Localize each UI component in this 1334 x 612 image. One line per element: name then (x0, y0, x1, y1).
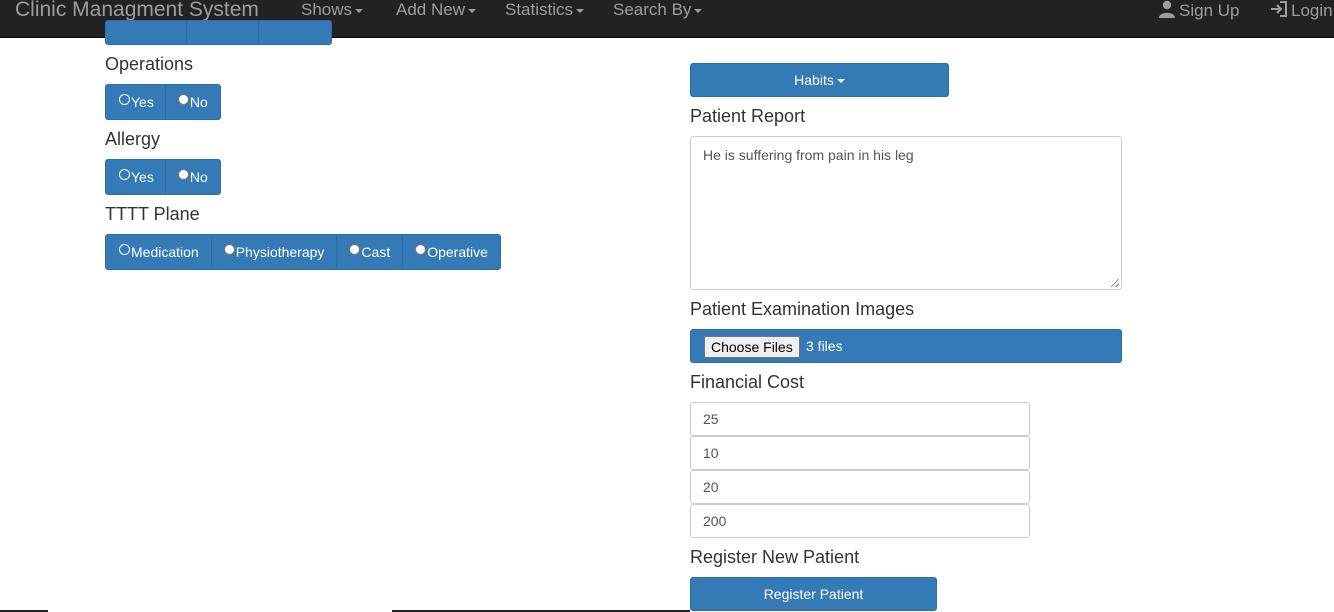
choose-files-button[interactable]: Choose Files (704, 336, 800, 358)
operations-no-option[interactable]: No (166, 85, 220, 119)
sign-up-label: Sign Up (1179, 1, 1240, 20)
nav-add-new-label: Add New (396, 0, 465, 19)
radio-button[interactable] (119, 93, 130, 105)
radio-button[interactable] (177, 168, 189, 180)
chevron-down-icon (836, 79, 845, 84)
medication-option[interactable]: Medication (106, 235, 212, 269)
physiotherapy-option[interactable]: Physiotherapy (212, 235, 338, 269)
scrolled-option[interactable] (187, 21, 259, 44)
chevron-down-icon (576, 8, 585, 13)
nav-statistics-label: Statistics (505, 0, 574, 19)
option-label: No (189, 169, 208, 185)
scrolled-option[interactable] (106, 21, 188, 44)
file-count-status: 3 files (806, 338, 843, 354)
patient-report-label: Patient Report (690, 106, 806, 126)
tttt-plane-label: TTTT Plane (105, 204, 200, 224)
patient-report-textarea[interactable]: He is suffering from pain in his leg (690, 136, 1122, 290)
operations-radio-group: Yes No (105, 84, 221, 120)
chevron-down-icon (467, 8, 476, 13)
radio-button[interactable] (177, 93, 189, 105)
resize-handle-icon[interactable] (1111, 279, 1119, 287)
register-patient-button[interactable]: Register Patient (690, 577, 937, 611)
nav-search-by[interactable]: Search By (613, 0, 703, 20)
habits-label: Habits (794, 72, 834, 88)
financial-cost-input[interactable]: 20 (690, 470, 1030, 504)
option-label: Yes (131, 169, 154, 185)
register-new-patient-label: Register New Patient (690, 547, 860, 567)
nav-sign-up[interactable]: Sign Up (1158, 0, 1239, 21)
brand-title[interactable]: Clinic Managment System (15, 0, 259, 22)
user-icon (1159, 0, 1175, 18)
option-label: Physiotherapy (235, 244, 325, 260)
operative-option[interactable]: Operative (403, 235, 500, 269)
tttt-plane-radio-group: Medication Physiotherapy Cast Operative (105, 234, 501, 270)
patient-report-text: He is suffering from pain in his leg (703, 147, 914, 163)
allergy-no-option[interactable]: No (166, 160, 220, 194)
option-label: Cast (361, 244, 391, 260)
cast-option[interactable]: Cast (337, 235, 404, 269)
option-label: Yes (131, 94, 154, 110)
chevron-down-icon (694, 8, 703, 13)
scrolled-option[interactable] (259, 21, 331, 44)
log-in-icon (1271, 1, 1287, 17)
allergy-label: Allergy (105, 129, 161, 149)
nav-login[interactable]: Login (1270, 0, 1333, 21)
nav-shows[interactable]: Shows (301, 0, 364, 20)
allergy-yes-option[interactable]: Yes (106, 160, 166, 194)
financial-cost-input[interactable]: 25 (690, 402, 1030, 436)
financial-cost-input[interactable]: 200 (690, 504, 1030, 538)
login-label: Login (1291, 1, 1333, 20)
exam-images-file-input[interactable]: Choose Files 3 files (690, 329, 1122, 363)
nav-shows-label: Shows (301, 0, 353, 19)
allergy-radio-group: Yes No (105, 159, 221, 195)
radio-button[interactable] (349, 243, 361, 255)
operations-yes-option[interactable]: Yes (106, 85, 166, 119)
option-label: Operative (427, 244, 488, 260)
option-label: No (189, 94, 208, 110)
financial-cost-input[interactable]: 10 (690, 436, 1030, 470)
financial-cost-label: Financial Cost (690, 372, 805, 392)
chevron-down-icon (355, 8, 364, 13)
radio-button[interactable] (119, 243, 130, 255)
option-label: Medication (131, 244, 199, 260)
radio-button[interactable] (415, 243, 427, 255)
nav-add-new[interactable]: Add New (396, 0, 476, 20)
radio-button[interactable] (119, 168, 130, 180)
nav-statistics[interactable]: Statistics (505, 0, 585, 20)
radio-button[interactable] (223, 243, 235, 255)
habits-dropdown-button[interactable]: Habits (690, 63, 949, 97)
scrolled-option-group (105, 20, 332, 45)
nav-search-by-label: Search By (613, 0, 692, 19)
exam-images-label: Patient Examination Images (690, 299, 915, 319)
operations-label: Operations (105, 54, 194, 74)
